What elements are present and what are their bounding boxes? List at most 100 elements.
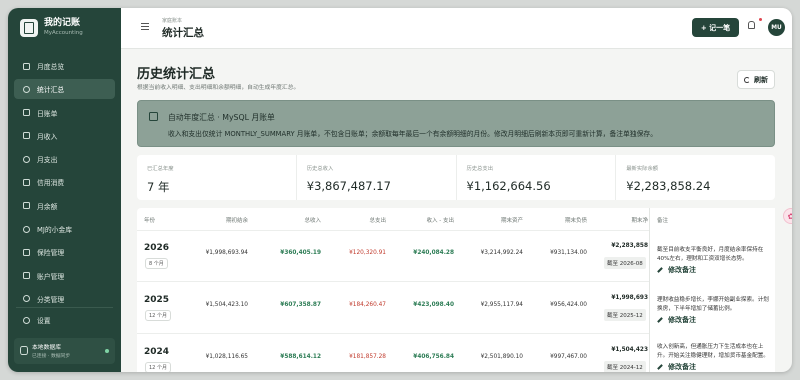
closing-net-cell: ¥1,504,423	[611, 347, 648, 353]
column-header[interactable]: 期末资产	[463, 216, 523, 224]
as-of-badge: 截至 2026-08	[604, 257, 646, 269]
year-cell: 2024	[144, 347, 170, 357]
as-of-badge: 截至 2024-12	[604, 361, 646, 372]
menu-icon[interactable]	[141, 23, 149, 30]
stat-label: 历史总收入	[306, 166, 334, 172]
sidebar-item-income[interactable]: 月收入	[14, 126, 115, 146]
calendar-icon	[23, 62, 30, 70]
year-cell: 2025	[144, 295, 170, 305]
edit-note-button[interactable]: 修改备注	[657, 315, 769, 325]
column-header[interactable]: 总支出	[325, 216, 386, 224]
liabilities-cell: ¥931,134.00	[550, 250, 587, 256]
banner-text: 收入和支出仅统计 MONTHLY_SUMMARY 月账单，不包含日账单；余额取每…	[168, 130, 658, 138]
sidebar-item-wallet[interactable]: 月余额	[14, 196, 115, 216]
as-of-badge: 截至 2025-12	[604, 309, 646, 321]
sidebar: 我的记账 MyAccounting 月度总览统计汇总日账单月收入月支出信用消费月…	[8, 8, 121, 372]
edit-note-button[interactable]: 修改备注	[657, 265, 769, 275]
plus-icon	[23, 109, 30, 117]
months-badge: 8 个月	[145, 258, 168, 269]
sidebar-item-shield[interactable]: 保险管理	[14, 242, 115, 262]
card-icon	[23, 178, 30, 186]
sidebar-item-card[interactable]: 信用消费	[14, 172, 115, 192]
liabilities-cell: ¥956,424.00	[550, 302, 587, 308]
header-title: 统计汇总	[162, 27, 204, 39]
net-cell: ¥240,084.28	[413, 250, 454, 256]
stat-card: 最新实际余额 ¥2,283,858.24	[616, 155, 775, 200]
floating-helper-icon[interactable]: ✿	[783, 208, 792, 224]
column-header[interactable]: 期末负债	[532, 216, 587, 224]
stat-label: 已汇总年度	[147, 166, 174, 172]
expense-cell: ¥181,857.28	[349, 354, 386, 360]
table-row[interactable]: 2025 12 个月 ¥1,504,423.10 ¥607,358.87 ¥184,26…	[137, 283, 649, 334]
stat-value: 7 年	[147, 180, 170, 194]
stat-value: ¥3,867,487.17	[306, 179, 391, 193]
pencil-icon	[657, 317, 663, 323]
column-header[interactable]: 总收入	[258, 216, 321, 224]
bell-icon[interactable]	[748, 21, 755, 29]
sidebar-item-vault[interactable]: MJ的小金库	[14, 219, 115, 239]
sidebar-item-settings[interactable]: 设置	[14, 310, 115, 330]
pie-icon	[23, 155, 30, 163]
sidebar-item-plus[interactable]: 日账单	[14, 103, 115, 123]
account-icon	[23, 272, 30, 280]
sidebar-item-label: MJ的小金库	[37, 226, 73, 235]
income-cell: ¥360,405.19	[280, 250, 321, 256]
edit-note-label: 修改备注	[668, 316, 696, 324]
edit-note-label: 修改备注	[668, 363, 696, 371]
column-header[interactable]: 期初结余	[197, 216, 248, 224]
sidebar-item-label: 分类管理	[37, 295, 65, 304]
table-row[interactable]: 2026 8 个月 ¥1,998,693.94 ¥360,405.19 ¥120,320…	[137, 231, 649, 282]
pencil-icon	[657, 267, 663, 273]
table-header: 年份 期初结余 总收入 总支出 收入 - 支出 期末资产 期末负债 期末净	[137, 208, 649, 231]
note-text: 收入创新高，但通胀压力下生活成本也在上升。开始关注稳健理财，增加货币基金配置。	[657, 344, 769, 359]
expense-cell: ¥184,260.47	[349, 302, 386, 308]
add-record-button[interactable]: + 记一笔	[692, 18, 739, 37]
summary-table: 年份 期初结余 总收入 总支出 收入 - 支出 期末资产 期末负债 期末净 2026 8 个月 ¥…	[137, 208, 649, 372]
info-banner: 自动年度汇总 · MySQL 月账单 收入和支出仅统计 MONTHLY_SUMM…	[137, 100, 775, 147]
refresh-icon	[744, 76, 750, 83]
database-status[interactable]: 本地数据库 已连接 · 数据同步	[14, 338, 115, 364]
sidebar-item-label: 月度总览	[37, 63, 65, 71]
assets-cell: ¥3,214,992.24	[480, 250, 523, 256]
sidebar-item-label: 保险管理	[37, 249, 65, 258]
sidebar-item-label: 信用消费	[37, 179, 65, 188]
column-header[interactable]: 收入 - 支出	[393, 216, 454, 224]
note-item: 截至目前收支平衡良好，月度结余率保持在40%左右，理财和工资双增长态势。 修改备注	[657, 246, 769, 275]
stat-value: ¥1,162,664.56	[466, 179, 551, 193]
income-icon	[23, 132, 30, 140]
avatar[interactable]: MU	[768, 19, 785, 36]
income-cell: ¥588,614.12	[280, 354, 321, 360]
column-header[interactable]: 年份	[144, 216, 155, 224]
sidebar-item-chart[interactable]: 统计汇总	[14, 79, 115, 100]
table-icon	[149, 112, 158, 121]
sidebar-item-calendar[interactable]: 月度总览	[14, 56, 115, 76]
months-badge: 12 个月	[145, 310, 171, 321]
page-title: 历史统计汇总	[137, 67, 216, 82]
refresh-button[interactable]: 刷新	[737, 70, 775, 89]
sidebar-item-pie[interactable]: 月支出	[14, 149, 115, 169]
vault-icon	[23, 225, 30, 233]
table-row[interactable]: 2024 12 个月 ¥1,028,116.65 ¥588,614.12 ¥181,85…	[137, 335, 649, 372]
sidebar-item-label: 统计汇总	[37, 86, 65, 95]
sidebar-item-label: 账户管理	[37, 272, 65, 281]
sidebar-item-tag[interactable]: 分类管理	[14, 289, 115, 309]
sidebar-item-account[interactable]: 账户管理	[14, 266, 115, 286]
assets-cell: ¥2,501,890.10	[480, 354, 523, 360]
months-badge: 12 个月	[145, 362, 171, 372]
notification-dot	[759, 18, 762, 21]
brand-subtitle: MyAccounting	[44, 30, 83, 36]
stat-card: 历史总收入 ¥3,867,487.17	[297, 155, 457, 200]
column-header[interactable]: 期末净	[599, 216, 648, 224]
brand-title: 我的记账	[44, 18, 81, 28]
topbar: 家庭账本 统计汇总 + 记一笔 MU	[121, 8, 792, 49]
net-cell: ¥406,756.84	[413, 354, 454, 360]
banner-title: 自动年度汇总 · MySQL 月账单	[168, 113, 275, 122]
edit-note-button[interactable]: 修改备注	[657, 362, 769, 372]
sidebar-divider	[16, 307, 113, 308]
note-item: 理财收益稳步增长，李娜开始副业探索。计划换房，下半年增加了储蓄比例。 修改备注	[657, 296, 769, 325]
opening-balance-cell: ¥1,998,693.94	[205, 250, 248, 256]
database-subtitle: 已连接 · 数据同步	[32, 354, 71, 359]
breadcrumb: 家庭账本	[162, 18, 183, 24]
edit-note-label: 修改备注	[668, 266, 696, 274]
pencil-icon	[657, 364, 663, 370]
